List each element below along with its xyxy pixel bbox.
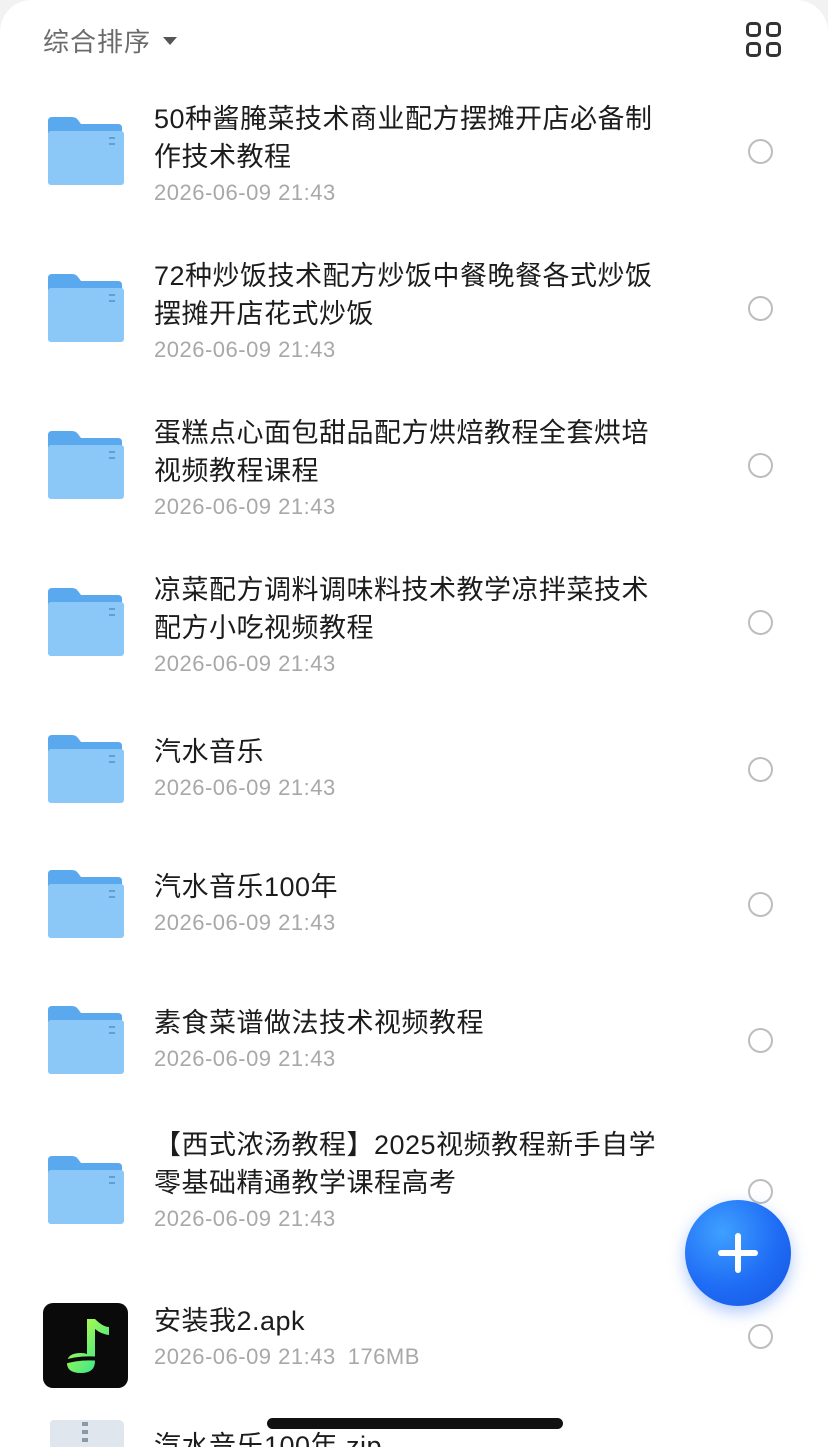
list-item-text: 素食菜谱做法技术视频教程 2026-06-09 21:43	[154, 1004, 664, 1074]
folder-icon	[48, 1006, 124, 1074]
file-date: 2026-06-09 21:43	[154, 1344, 336, 1369]
select-radio[interactable]	[748, 892, 773, 917]
add-button[interactable]	[685, 1200, 791, 1306]
file-date: 2026-06-09 21:43	[154, 910, 336, 935]
file-date: 2026-06-09 21:43	[154, 494, 336, 519]
list-item-text: 汽水音乐100年.zip	[154, 1427, 664, 1447]
grid-cell	[746, 22, 761, 37]
folder-icon	[48, 870, 124, 938]
select-radio[interactable]	[748, 757, 773, 782]
select-radio[interactable]	[748, 139, 773, 164]
folder-icon	[48, 274, 124, 342]
zip-file-icon	[50, 1420, 124, 1447]
grid-view-icon[interactable]	[746, 22, 782, 58]
file-name: 蛋糕点心面包甜品配方烘焙教程全套烘培	[154, 418, 649, 448]
file-meta: 2026-06-09 21:43 176MB	[154, 1342, 664, 1372]
sort-label: 综合排序	[43, 26, 152, 57]
toolbar: 综合排序	[0, 0, 828, 80]
file-date: 2026-06-09 21:43	[154, 180, 336, 205]
list-item-text: 凉菜配方调料调味料技术教学凉拌菜技术 配方小吃视频教程 2026-06-09 2…	[154, 571, 664, 679]
list-item[interactable]: 72种炒饭技术配方炒饭中餐晚餐各式炒饭 摆摊开店花式炒饭 2026-06-09 …	[0, 237, 828, 394]
grid-cell	[766, 22, 781, 37]
file-date: 2026-06-09 21:43	[154, 651, 336, 676]
file-date: 2026-06-09 21:43	[154, 1046, 336, 1071]
file-name-line2: 零基础精通教学课程高考	[154, 1168, 457, 1198]
folder-icon	[48, 1156, 124, 1224]
caret-down-icon	[163, 37, 178, 45]
select-radio[interactable]	[748, 453, 773, 478]
select-radio[interactable]	[748, 610, 773, 635]
file-date: 2026-06-09 21:43	[154, 337, 336, 362]
file-date: 2026-06-09 21:43	[154, 775, 336, 800]
list-item[interactable]: 素食菜谱做法技术视频教程 2026-06-09 21:43	[0, 964, 828, 1092]
file-date: 2026-06-09 21:43	[154, 1206, 336, 1231]
list-item-text: 蛋糕点心面包甜品配方烘焙教程全套烘培 视频教程课程 2026-06-09 21:…	[154, 414, 664, 522]
file-size: 176MB	[347, 1344, 420, 1369]
file-name-line2: 视频教程课程	[154, 456, 319, 486]
select-radio[interactable]	[748, 1324, 773, 1349]
folder-icon	[48, 735, 124, 803]
select-radio[interactable]	[748, 296, 773, 321]
folder-icon	[48, 431, 124, 499]
list-item[interactable]: 蛋糕点心面包甜品配方烘焙教程全套烘培 视频教程课程 2026-06-09 21:…	[0, 394, 828, 551]
file-name-line2: 摆摊开店花式炒饭	[154, 299, 374, 329]
select-radio[interactable]	[748, 1179, 773, 1204]
list-item[interactable]: 50种酱腌菜技术商业配方摆摊开店必备制 作技术教程 2026-06-09 21:…	[0, 80, 828, 237]
list-item[interactable]: 凉菜配方调料调味料技术教学凉拌菜技术 配方小吃视频教程 2026-06-09 2…	[0, 551, 828, 693]
list-item[interactable]: 汽水音乐 2026-06-09 21:43	[0, 693, 828, 828]
list-item-text: 72种炒饭技术配方炒饭中餐晚餐各式炒饭 摆摊开店花式炒饭 2026-06-09 …	[154, 257, 664, 365]
folder-icon	[48, 117, 124, 185]
file-name: 素食菜谱做法技术视频教程	[154, 1008, 484, 1038]
list-item-text: 汽水音乐100年 2026-06-09 21:43	[154, 868, 664, 938]
sort-dropdown[interactable]: 综合排序	[43, 22, 178, 58]
list-item-text: 汽水音乐 2026-06-09 21:43	[154, 733, 664, 803]
file-list-sheet: 综合排序 50种酱腌菜技术商业配方摆摊开店必备制 作技术教程 2026-06-0…	[0, 0, 828, 1447]
home-indicator[interactable]	[267, 1418, 563, 1429]
file-name: 72种炒饭技术配方炒饭中餐晚餐各式炒饭	[154, 261, 653, 291]
file-name: 凉菜配方调料调味料技术教学凉拌菜技术	[154, 575, 649, 605]
grid-cell	[746, 42, 761, 57]
file-name: 汽水音乐100年	[154, 872, 339, 902]
list-item-text: 【西式浓汤教程】2025视频教程新手自学 零基础精通教学课程高考 2026-06…	[154, 1126, 664, 1234]
plus-icon-vertical	[735, 1233, 741, 1273]
list-item-text: 50种酱腌菜技术商业配方摆摊开店必备制 作技术教程 2026-06-09 21:…	[154, 100, 664, 208]
folder-icon	[48, 588, 124, 656]
list-item-text: 安装我2.apk 2026-06-09 21:43 176MB	[154, 1302, 664, 1372]
file-name: 【西式浓汤教程】2025视频教程新手自学	[154, 1130, 657, 1160]
file-name-line2: 配方小吃视频教程	[154, 613, 374, 643]
select-radio[interactable]	[748, 1028, 773, 1053]
grid-cell	[766, 42, 781, 57]
list-item[interactable]: 汽水音乐100年 2026-06-09 21:43	[0, 828, 828, 964]
file-name-line2: 作技术教程	[154, 142, 292, 172]
file-name: 安装我2.apk	[154, 1306, 306, 1336]
file-name: 50种酱腌菜技术商业配方摆摊开店必备制	[154, 104, 653, 134]
file-name: 汽水音乐	[154, 737, 264, 767]
file-name: 汽水音乐100年.zip	[154, 1431, 383, 1447]
music-app-icon	[43, 1303, 128, 1388]
